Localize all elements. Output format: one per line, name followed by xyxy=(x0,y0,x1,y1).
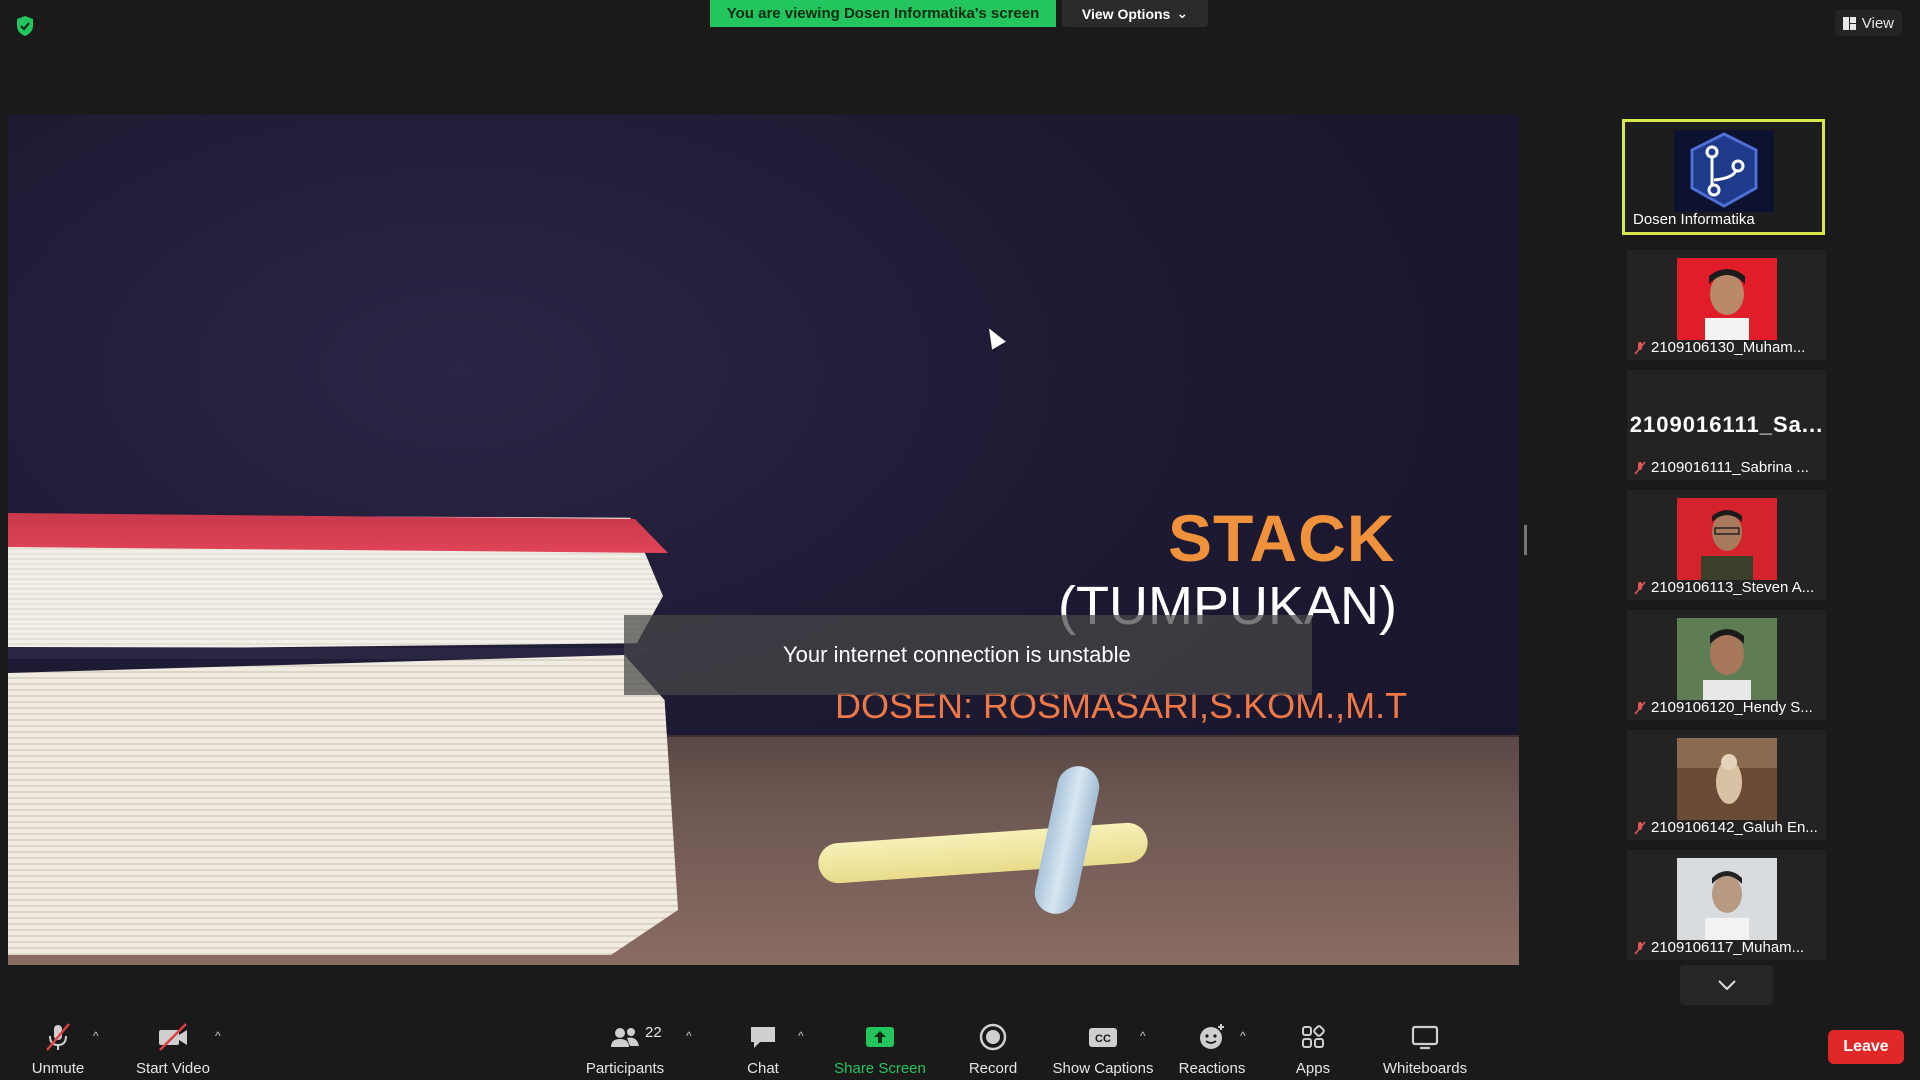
participants-options-caret-icon[interactable]: ^ xyxy=(686,1029,692,1043)
layout-icon xyxy=(1842,16,1856,30)
participants-button[interactable]: Participants xyxy=(580,1012,670,1080)
reactions-options-caret-icon[interactable]: ^ xyxy=(1240,1029,1246,1043)
avatar xyxy=(1676,498,1777,580)
participant-tile[interactable]: 2109106113_Steven A... xyxy=(1627,490,1826,600)
muted-mic-icon xyxy=(1634,940,1646,955)
avatar xyxy=(1676,858,1777,940)
apps-icon xyxy=(1302,1025,1325,1048)
avatar xyxy=(1673,130,1774,212)
record-icon xyxy=(979,1023,1007,1051)
chat-options-caret-icon[interactable]: ^ xyxy=(798,1029,804,1043)
leave-button[interactable]: Leave xyxy=(1828,1030,1904,1064)
mouse-cursor-icon xyxy=(982,324,1006,350)
participant-tile-active[interactable]: Dosen Informatika xyxy=(1622,119,1825,235)
shield-icon[interactable] xyxy=(15,15,35,37)
chat-button[interactable]: Chat xyxy=(730,1012,796,1080)
participant-tile[interactable]: 2109106142_Galuh En... xyxy=(1627,730,1826,840)
participant-name: Dosen Informatika xyxy=(1633,211,1755,228)
participants-count: 22 xyxy=(645,1024,662,1041)
participant-name: 2109106142_Galuh En... xyxy=(1651,819,1818,836)
whiteboards-label: Whiteboards xyxy=(1382,1060,1468,1077)
panel-resize-handle[interactable] xyxy=(1524,525,1527,555)
reactions-button[interactable]: Reactions xyxy=(1172,1012,1252,1080)
chat-icon xyxy=(751,1027,775,1048)
muted-mic-icon xyxy=(1634,820,1646,835)
participant-name: 2109106117_Muham... xyxy=(1651,939,1805,956)
scroll-down-button[interactable] xyxy=(1680,965,1773,1005)
apps-button[interactable]: Apps xyxy=(1280,1012,1346,1080)
avatar xyxy=(1676,258,1777,340)
connection-unstable-notice: Your internet connection is unstable xyxy=(624,615,1312,695)
whiteboard-icon xyxy=(1411,1025,1439,1050)
reactions-label: Reactions xyxy=(1178,1060,1246,1077)
participant-display-name: 2109016111_Sa... xyxy=(1629,412,1824,437)
show-captions-label: Show Captions xyxy=(1052,1060,1154,1077)
muted-mic-icon xyxy=(1634,700,1646,715)
captions-icon: CC xyxy=(1089,1028,1117,1047)
participant-name: 2109106113_Steven A... xyxy=(1651,579,1815,596)
video-options-caret-icon[interactable]: ^ xyxy=(215,1029,221,1043)
record-label: Record xyxy=(968,1060,1018,1077)
participant-tile[interactable]: 2109106130_Muham... xyxy=(1627,250,1826,360)
muted-mic-icon xyxy=(1634,340,1646,355)
view-options-button[interactable]: View Options ⌄ xyxy=(1062,0,1208,27)
video-off-icon xyxy=(159,1023,187,1051)
unmute-button[interactable]: Unmute xyxy=(20,1012,96,1080)
record-button[interactable]: Record xyxy=(955,1012,1031,1080)
book-bottom xyxy=(8,655,678,955)
participant-name: 2109106120_Hendy S... xyxy=(1651,699,1813,716)
start-video-label: Start Video xyxy=(136,1060,210,1077)
reactions-icon xyxy=(1200,1024,1224,1049)
view-button[interactable]: View xyxy=(1834,10,1902,36)
shared-screen[interactable]: STACK (TUMPUKAN) DOSEN: ROSMASARI,S.KOM.… xyxy=(8,115,1519,965)
muted-mic-icon xyxy=(46,1023,70,1051)
participants-icon xyxy=(611,1028,639,1047)
avatar xyxy=(1676,618,1777,700)
apps-label: Apps xyxy=(1295,1060,1331,1077)
view-options-label: View Options xyxy=(1081,5,1171,22)
participant-tile[interactable]: 2109106117_Muham... xyxy=(1627,850,1826,960)
meeting-toolbar: Unmute ^ Start Video ^ Participants 22 ^… xyxy=(0,1012,1920,1080)
avatar xyxy=(1676,738,1777,820)
participant-tile[interactable]: 2109106120_Hendy S... xyxy=(1627,610,1826,720)
participant-name: 2109016111_Sabrina ... xyxy=(1651,459,1809,476)
unmute-label: Unmute xyxy=(31,1060,85,1077)
chevron-down-icon xyxy=(1717,980,1736,990)
view-label: View xyxy=(1861,14,1894,32)
audio-options-caret-icon[interactable]: ^ xyxy=(93,1029,99,1043)
start-video-button[interactable]: Start Video xyxy=(130,1012,216,1080)
slide-title: STACK xyxy=(1168,501,1396,575)
svg-text:CC: CC xyxy=(1095,1033,1111,1045)
chat-label: Chat xyxy=(747,1060,779,1077)
viewing-banner: You are viewing Dosen Informatika's scre… xyxy=(710,0,1056,27)
participants-label: Participants xyxy=(585,1060,665,1077)
chevron-down-icon: ⌄ xyxy=(1176,5,1189,21)
book-top-cover xyxy=(8,513,668,553)
muted-mic-icon xyxy=(1634,580,1646,595)
share-screen-label: Share Screen xyxy=(834,1060,926,1077)
share-screen-icon xyxy=(866,1027,894,1047)
share-screen-button[interactable]: Share Screen xyxy=(830,1012,930,1080)
muted-mic-icon xyxy=(1634,460,1646,475)
captions-options-caret-icon[interactable]: ^ xyxy=(1140,1029,1146,1043)
participant-name: 2109106130_Muham... xyxy=(1651,339,1806,356)
show-captions-button[interactable]: CC Show Captions xyxy=(1050,1012,1156,1080)
whiteboards-button[interactable]: Whiteboards xyxy=(1375,1012,1475,1080)
participant-tile[interactable]: 2109016111_Sa... 2109016111_Sabrina ... xyxy=(1627,370,1826,480)
